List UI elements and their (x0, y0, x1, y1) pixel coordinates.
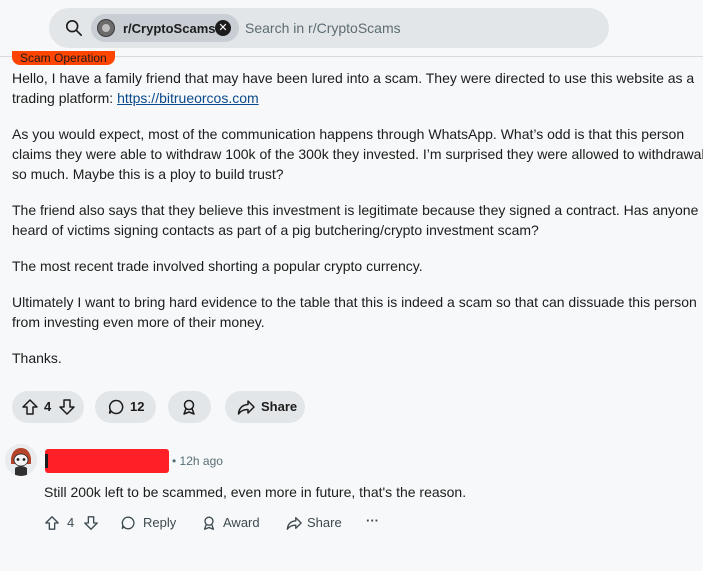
community-chip[interactable]: r/CryptoScams ✕ (91, 14, 239, 42)
comment-timestamp: • 12h ago (172, 454, 223, 468)
post-paragraph-2: As you would expect, most of the communi… (12, 126, 703, 182)
post-paragraph-1-text: Hello, I have a family friend that may h… (12, 70, 695, 106)
share-label: Share (261, 399, 298, 414)
share-icon (286, 517, 302, 530)
post-paragraph-5: Ultimately I want to bring hard evidence… (12, 294, 697, 330)
award-icon (183, 399, 195, 415)
comment-icon (108, 399, 124, 415)
comment-upvote-button[interactable] (44, 512, 60, 534)
comment-count: 12 (130, 399, 145, 414)
more-options-icon: ··· (366, 513, 379, 528)
award-button[interactable] (168, 391, 211, 423)
downvote-icon (84, 516, 98, 530)
downvote-icon[interactable] (58, 398, 76, 416)
post-body: Hello, I have a family friend that may h… (12, 68, 703, 384)
upvote-icon (45, 516, 59, 530)
comment-vote-count-text: 4 (67, 515, 75, 530)
top-bar: r/CryptoScams ✕ (0, 0, 703, 57)
reply-label: Reply (143, 515, 177, 530)
website-link[interactable]: https://bitrueorcos.com (117, 90, 259, 106)
post-paragraph-6: Thanks. (12, 350, 62, 366)
upvote-icon[interactable] (21, 398, 39, 416)
post-paragraph-4: The most recent trade involved shorting … (12, 258, 423, 274)
community-avatar-icon (97, 19, 115, 37)
comment-text: Still 200k left to be scammed, even more… (44, 484, 467, 500)
vote-count: 4 (44, 399, 52, 414)
community-chip-label: r/CryptoScams (123, 21, 216, 36)
reply-icon (121, 516, 135, 530)
comments-button[interactable]: 12 (95, 391, 156, 423)
search-input[interactable] (245, 16, 585, 40)
redacted-username[interactable] (45, 449, 169, 473)
search-icon (65, 19, 83, 37)
post-paragraph-3: The friend also says that they believe t… (12, 202, 699, 238)
search-box[interactable]: r/CryptoScams ✕ (49, 8, 609, 48)
comment-share-button[interactable]: Share (286, 512, 342, 534)
username-initial (45, 454, 48, 468)
comment-share-label: Share (307, 515, 342, 530)
comment-award-button[interactable]: Award (201, 512, 261, 534)
clear-community-icon[interactable]: ✕ (215, 20, 231, 36)
commenter-avatar[interactable] (5, 444, 37, 476)
comment-downvote-button[interactable] (83, 512, 99, 534)
award-icon (203, 516, 215, 530)
more-options-button[interactable]: ··· (366, 512, 380, 534)
post-flair[interactable]: Scam Operation (12, 51, 115, 65)
award-label: Award (223, 515, 260, 530)
share-button[interactable]: Share (225, 391, 305, 423)
post-paragraph-1: Hello, I have a family friend that may h… (12, 68, 702, 108)
snoo-avatar-icon (5, 444, 37, 476)
share-icon (237, 400, 255, 415)
vote-pill: 4 (12, 391, 84, 423)
reply-button[interactable]: Reply (120, 512, 176, 534)
